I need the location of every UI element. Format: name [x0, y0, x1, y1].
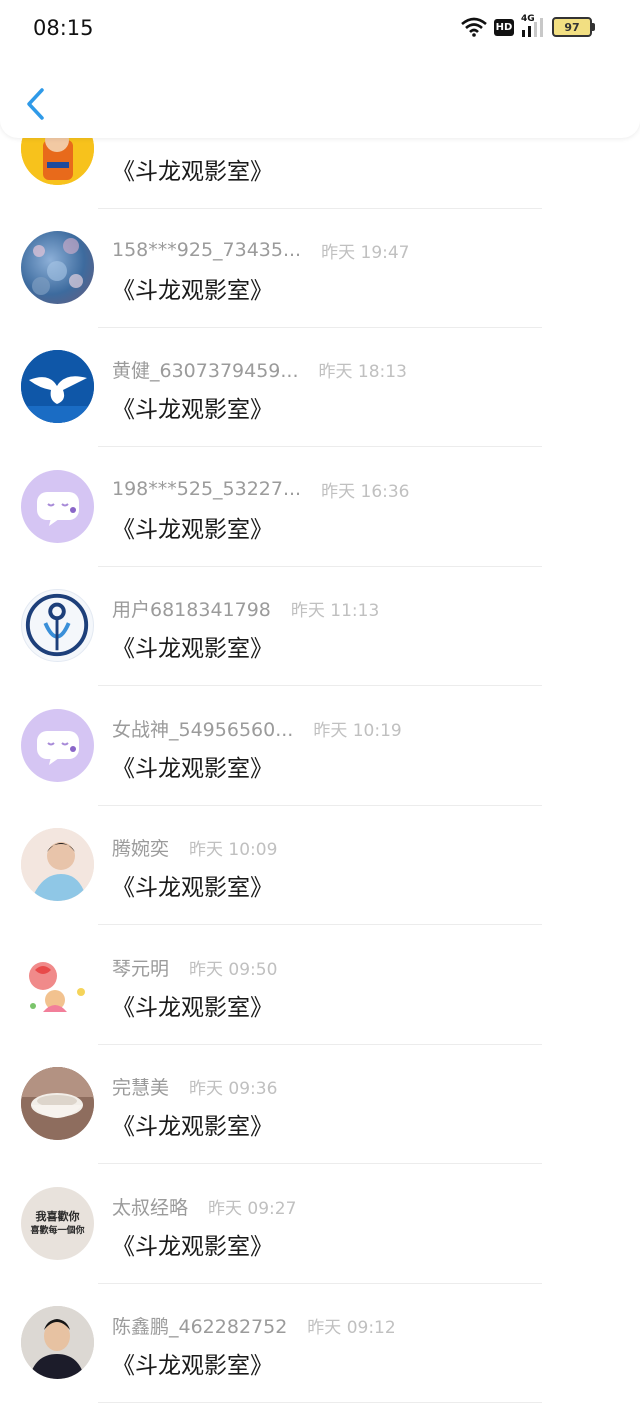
row-divider: [98, 924, 542, 925]
comment-row[interactable]: 用户6818341798 昨天 11:13 《斗龙观影室》: [0, 567, 640, 686]
avatar[interactable]: [21, 589, 94, 662]
signal-icon: 4G: [521, 14, 545, 37]
comment-text: 《斗龙观影室》: [112, 159, 273, 185]
row-divider: [98, 685, 542, 686]
default-avatar-icon: [37, 731, 79, 765]
chevron-left-icon: [27, 88, 44, 120]
comment-time: 昨天 09:50: [189, 959, 278, 980]
comment-time: 昨天 16:36: [321, 481, 410, 502]
comment-meta: 女战神_54956560... 昨天 10:19: [112, 715, 402, 741]
comment-row[interactable]: 琴元明 昨天 09:50 《斗龙观影室》: [0, 926, 640, 1045]
bowl-photo-icon: [21, 1067, 94, 1140]
comment-text: 《斗龙观影室》: [112, 756, 273, 782]
comment-username[interactable]: 太叔经略: [112, 1193, 188, 1220]
comment-username[interactable]: 琴元明: [112, 954, 169, 981]
comment-row[interactable]: 陈鑫鹏_462282752 昨天 09:12 《斗龙观影室》: [0, 1284, 640, 1403]
comment-username[interactable]: 158***925_73435...: [112, 239, 301, 261]
comment-meta: 陈鑫鹏_462282752 昨天 09:12: [112, 1312, 396, 1338]
comment-text: 《斗龙观影室》: [112, 1353, 273, 1379]
comment-text: 《斗龙观影室》: [112, 636, 273, 662]
avatar[interactable]: [21, 231, 94, 304]
comment-row[interactable]: 我喜歡你 喜歡每一個你 太叔经略 昨天 09:27 《斗龙观影室》: [0, 1165, 640, 1284]
avatar[interactable]: [21, 948, 94, 1021]
comment-time: 昨天 10:19: [313, 720, 402, 741]
comment-username[interactable]: 用户6818341798: [112, 595, 271, 622]
comment-text: 《斗龙观影室》: [112, 1114, 273, 1140]
status-time: 08:15: [33, 16, 94, 40]
comment-text: 《斗龙观影室》: [112, 995, 273, 1021]
comment-row[interactable]: 完慧美 昨天 09:36 《斗龙观影室》: [0, 1045, 640, 1164]
avatar[interactable]: [21, 709, 94, 782]
comment-meta: 用户6818341798 昨天 11:13: [112, 595, 379, 621]
comment-meta: 腾婉奕 昨天 10:09: [112, 834, 277, 860]
comment-username[interactable]: 腾婉奕: [112, 834, 169, 861]
comment-time: 昨天 09:12: [307, 1317, 396, 1338]
default-avatar-icon: [37, 492, 79, 526]
comment-username[interactable]: 女战神_54956560...: [112, 715, 293, 742]
comment-time: 昨天 10:09: [189, 839, 278, 860]
comment-time: 昨天 18:13: [318, 361, 407, 382]
avatar[interactable]: [21, 470, 94, 543]
avatar-caption-line: 我喜歡你: [35, 1210, 80, 1223]
avatar[interactable]: 我喜歡你 喜歡每一個你: [21, 1187, 94, 1260]
comment-time: 昨天 09:36: [189, 1078, 278, 1099]
comment-row[interactable]: 198***525_53227... 昨天 16:36 《斗龙观影室》: [0, 448, 640, 567]
person-photo-icon: [21, 1306, 94, 1379]
row-divider: [98, 1163, 542, 1164]
comment-time: 昨天 11:13: [290, 600, 380, 621]
comment-meta: 黄健_6307379459... 昨天 18:13: [112, 356, 407, 382]
comment-row[interactable]: 腾婉奕 昨天 10:09 《斗龙观影室》: [0, 806, 640, 925]
comment-text: 《斗龙观影室》: [112, 278, 273, 304]
comment-username[interactable]: 完慧美: [112, 1073, 169, 1100]
comment-text: 《斗龙观影室》: [112, 397, 273, 423]
logo-icon: [25, 593, 89, 657]
comment-time: 昨天 09:27: [208, 1198, 297, 1219]
comment-time: 昨天 19:47: [321, 242, 410, 263]
row-divider: [98, 1402, 542, 1403]
dove-icon: [21, 350, 94, 423]
comment-username[interactable]: 陈鑫鹏_462282752: [112, 1312, 287, 1339]
row-divider: [98, 446, 542, 447]
avatar[interactable]: [21, 1067, 94, 1140]
comment-username[interactable]: 198***525_53227...: [112, 478, 301, 500]
network-type-label: 4G: [521, 14, 535, 24]
top-bar: 08:15 HD 4G 97: [0, 0, 640, 138]
comment-row[interactable]: 158***925_73435... 昨天 19:47 《斗龙观影室》: [0, 209, 640, 328]
avatar[interactable]: [21, 828, 94, 901]
wifi-icon: [461, 17, 487, 37]
comment-meta: 太叔经略 昨天 09:27: [112, 1193, 296, 1219]
comment-meta: 158***925_73435... 昨天 19:47: [112, 237, 410, 263]
battery-icon: 97: [552, 17, 595, 37]
comment-text: 《斗龙观影室》: [112, 875, 273, 901]
avatar-caption-line: 喜歡每一個你: [30, 1226, 85, 1236]
comment-username[interactable]: 黄健_6307379459...: [112, 356, 299, 383]
status-icons: HD 4G 97: [461, 14, 595, 37]
avatar[interactable]: [21, 1306, 94, 1379]
person-photo-icon: [21, 828, 94, 901]
hd-icon: HD: [494, 18, 514, 36]
comment-row[interactable]: 黄健_6307379459... 昨天 18:13 《斗龙观影室》: [0, 328, 640, 447]
comment-meta: 琴元明 昨天 09:50: [112, 954, 277, 980]
comment-row[interactable]: 女战神_54956560... 昨天 10:19 《斗龙观影室》: [0, 687, 640, 806]
comment-text: 《斗龙观影室》: [112, 1234, 273, 1260]
back-button[interactable]: [22, 84, 48, 124]
avatar[interactable]: [21, 350, 94, 423]
comment-text: 《斗龙观影室》: [112, 517, 273, 543]
nature-photo-icon: [32, 238, 83, 295]
comment-meta: 198***525_53227... 昨天 16:36: [112, 476, 410, 502]
comment-meta: 完慧美 昨天 09:36: [112, 1073, 277, 1099]
cartoon-balloon-icon: [21, 948, 94, 1021]
